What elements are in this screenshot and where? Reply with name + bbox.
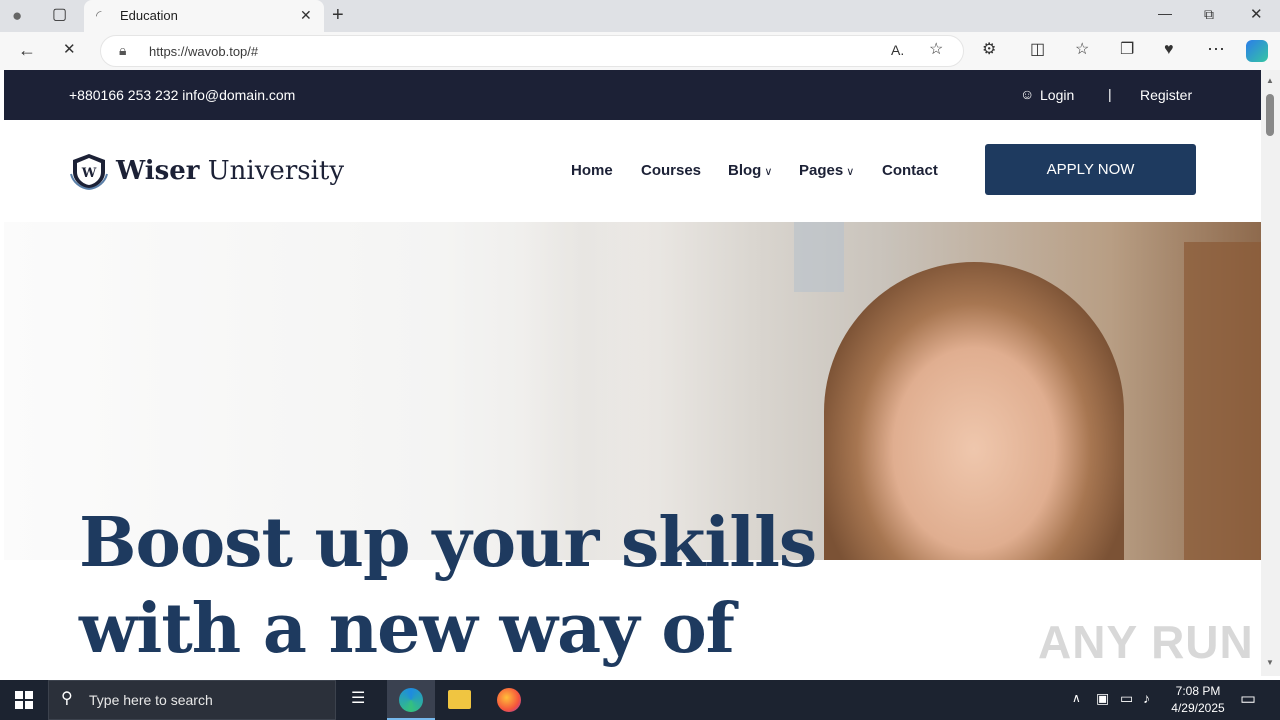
brand-name-bold: Wiser	[116, 156, 200, 186]
favorites-icon[interactable]: ☆	[1075, 42, 1089, 58]
hero-headline-line-1: Boost up your skills	[79, 503, 817, 583]
university-crest-icon[interactable]: W	[68, 152, 110, 190]
windows-taskbar: ⚲ Type here to search ☰ ∧ ▣ ▭ ♪ 7:08 PM …	[0, 680, 1280, 720]
hero-headline: Boost up your skills with a new way of	[79, 500, 817, 672]
copilot-icon[interactable]	[1246, 40, 1268, 62]
anyrun-watermark: ANY RUN	[1038, 616, 1254, 668]
more-menu-icon[interactable]: ⋯	[1207, 40, 1225, 58]
nav-pages-label: Pages	[799, 162, 844, 179]
site-topbar: +880166 253 232 info@domain.com ☺ Login …	[4, 70, 1261, 120]
nav-blog-label: Blog	[728, 162, 762, 179]
browser-tab[interactable]: ◜ Education ✕	[84, 0, 324, 32]
volume-icon[interactable]: ♪	[1143, 691, 1150, 705]
apply-now-button[interactable]: APPLY NOW	[985, 144, 1196, 195]
profile-icon[interactable]: ●	[12, 7, 22, 24]
stop-loading-icon[interactable]: ✕	[63, 42, 76, 57]
browser-tab-bar: ● ▢ ◜ Education ✕ + — ⧉ ✕	[0, 0, 1280, 32]
taskbar-search[interactable]: ⚲ Type here to search	[48, 680, 336, 720]
system-tray-chevron-up-icon[interactable]: ∧	[1072, 692, 1081, 704]
search-icon: ⚲	[61, 690, 73, 707]
scroll-down-arrow-icon[interactable]: ▼	[1266, 658, 1274, 667]
url-text[interactable]: https://wavob.top/#	[149, 44, 258, 59]
minimize-icon[interactable]: —	[1158, 6, 1172, 20]
edge-icon	[399, 688, 423, 712]
favorite-star-icon[interactable]: ☆	[929, 42, 943, 58]
nav-contact[interactable]: Contact	[882, 162, 938, 179]
brand-name-light: University	[199, 156, 345, 186]
clock-time: 7:08 PM	[1175, 684, 1221, 698]
task-view-icon[interactable]: ☰	[351, 691, 365, 707]
chevron-down-icon: ∨	[764, 166, 773, 178]
taskbar-edge-active[interactable]	[387, 680, 435, 720]
new-tab-icon[interactable]: +	[332, 5, 344, 25]
page-scrollbar[interactable]: ▲ ▼	[1261, 70, 1280, 676]
notifications-icon[interactable]: ▭	[1240, 690, 1256, 707]
nav-pages[interactable]: Pages ∨	[799, 162, 854, 179]
login-link[interactable]: Login	[1040, 87, 1074, 103]
taskbar-clock[interactable]: 7:08 PM 4/29/2025	[1160, 683, 1236, 717]
nav-home[interactable]: Home	[571, 162, 613, 179]
back-icon[interactable]: ←	[18, 41, 36, 59]
scroll-up-arrow-icon[interactable]: ▲	[1266, 76, 1274, 85]
user-icon: ☺	[1020, 86, 1035, 102]
tab-title: Education	[120, 8, 178, 23]
hero-door-shape	[1184, 242, 1261, 560]
hero-person-shape	[824, 262, 1124, 560]
topbar-separator: |	[1108, 86, 1112, 102]
tab-actions-icon[interactable]: ▢	[52, 7, 67, 23]
hero-window-shape	[794, 222, 844, 292]
crest-letter: W	[81, 166, 97, 181]
windows-start-icon[interactable]	[15, 691, 33, 709]
scrollbar-thumb[interactable]	[1266, 94, 1274, 136]
network-status-icon[interactable]: ▣	[1096, 691, 1109, 705]
collections-icon[interactable]: ❐	[1120, 42, 1134, 58]
contact-info: +880166 253 232 info@domain.com	[69, 87, 296, 103]
main-navigation: W Wiser University Home Courses Blog ∨ Pa…	[4, 120, 1261, 222]
brand-logo[interactable]: Wiser University	[116, 156, 344, 186]
split-screen-icon[interactable]: ◫	[1030, 42, 1045, 58]
chevron-down-icon: ∨	[846, 166, 855, 178]
browser-essentials-icon[interactable]: ♥	[1164, 42, 1174, 58]
loading-icon: ◜	[96, 7, 102, 23]
web-page: +880166 253 232 info@domain.com ☺ Login …	[4, 70, 1261, 676]
extensions-icon[interactable]: ⚙	[982, 42, 996, 58]
clock-date: 4/29/2025	[1171, 701, 1225, 715]
search-placeholder: Type here to search	[89, 692, 213, 708]
nav-blog[interactable]: Blog ∨	[728, 162, 772, 179]
lock-icon[interactable]: 🔒︎	[119, 43, 126, 57]
hero-headline-line-2: with a new way of	[79, 589, 735, 669]
read-aloud-icon[interactable]: A.	[891, 43, 904, 57]
nav-courses[interactable]: Courses	[641, 162, 701, 179]
ethernet-icon[interactable]: ▭	[1120, 691, 1133, 705]
close-tab-icon[interactable]: ✕	[300, 8, 312, 22]
register-link[interactable]: Register	[1140, 87, 1192, 103]
restore-icon[interactable]: ⧉	[1204, 7, 1214, 21]
browser-toolbar: ← ✕ 🔒︎ https://wavob.top/# A. ☆ ⚙ ◫ ☆ ❐ …	[0, 32, 1280, 70]
close-window-icon[interactable]: ✕	[1250, 7, 1263, 22]
firefox-icon[interactable]	[497, 688, 521, 712]
address-bar[interactable]: 🔒︎ https://wavob.top/# A. ☆	[100, 35, 964, 67]
file-explorer-icon[interactable]	[448, 690, 471, 709]
